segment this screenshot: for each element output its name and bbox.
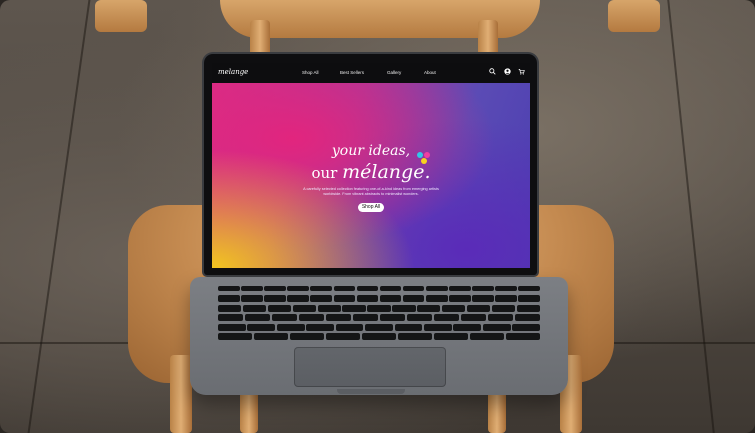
- keyboard-key: [356, 295, 379, 303]
- hero-subtitle: A carefully selected collection featurin…: [303, 187, 439, 196]
- keyboard-key: [352, 314, 379, 322]
- photo-scene: melange Shop All Best Sellers Gallery Ab…: [0, 0, 755, 433]
- keyboard-key: [310, 295, 332, 303]
- keyboard-key: [267, 304, 292, 312]
- laptop-notch-lip: [337, 389, 405, 394]
- keyboard-key: [325, 333, 361, 340]
- keyboard-key: [514, 314, 540, 322]
- keyboard-key: [392, 304, 416, 312]
- keyboard-key: [406, 314, 433, 322]
- keyboard-key: [453, 323, 482, 331]
- keyboard-key: [397, 333, 433, 340]
- laptop-screen: melange Shop All Best Sellers Gallery Ab…: [212, 63, 530, 268]
- chair-backrest-right: [608, 0, 660, 32]
- cart-icon[interactable]: [518, 68, 525, 75]
- keyboard-key: [287, 295, 309, 303]
- search-icon[interactable]: [489, 68, 496, 75]
- keyboard-key: [287, 286, 309, 291]
- keyboard-key: [218, 286, 240, 291]
- keyboard-key: [460, 314, 487, 322]
- trackpad: [294, 347, 446, 387]
- keyboard-key: [394, 323, 423, 331]
- keyboard-key: [317, 304, 341, 312]
- site-navbar: melange Shop All Best Sellers Gallery Ab…: [212, 63, 530, 83]
- keyboard-key: [247, 323, 276, 331]
- keyboard-key: [379, 295, 402, 303]
- keyboard-key: [495, 295, 517, 303]
- keyboard-key: [218, 323, 246, 331]
- hero-headline-line2: our mélange.: [212, 161, 530, 183]
- account-icon[interactable]: [504, 68, 511, 75]
- keyboard-key: [271, 314, 298, 322]
- keyboard-key: [433, 333, 469, 340]
- chair-backrest-left: [95, 0, 147, 32]
- hero-headline-prefix: our: [311, 164, 338, 182]
- keyboard-key: [310, 286, 332, 291]
- keyboard-key: [491, 304, 516, 312]
- nav-about[interactable]: About: [424, 70, 436, 75]
- keyboard-key: [469, 333, 505, 340]
- keyboard-key: [292, 304, 316, 312]
- keyboard-key: [482, 323, 511, 331]
- keyboard-key: [365, 323, 393, 331]
- keyboard-key: [433, 314, 460, 322]
- keyboard-key: [379, 286, 402, 291]
- nav-gallery[interactable]: Gallery: [387, 70, 401, 75]
- keyboard-key: [426, 295, 448, 303]
- nav-best-sellers[interactable]: Best Sellers: [340, 70, 364, 75]
- keyboard: [218, 286, 540, 342]
- keyboard-key: [306, 323, 335, 331]
- keyboard-key: [333, 295, 356, 303]
- keyboard-key: [218, 304, 242, 312]
- keyboard-key: [426, 286, 448, 291]
- keyboard-key: [512, 323, 540, 331]
- keyboard-key: [335, 323, 364, 331]
- keyboard-key: [472, 286, 494, 291]
- keyboard-key: [241, 286, 263, 291]
- keyboard-key: [472, 295, 494, 303]
- site-logo[interactable]: melange: [218, 68, 248, 76]
- keyboard-key: [276, 323, 305, 331]
- keyboard-key: [449, 295, 471, 303]
- keyboard-key: [361, 333, 397, 340]
- shop-all-button[interactable]: Shop All: [358, 203, 384, 212]
- keyboard-key: [218, 295, 240, 303]
- keyboard-key: [325, 314, 352, 322]
- keyboard-key: [449, 286, 471, 291]
- keyboard-key: [289, 333, 325, 340]
- keyboard-key: [518, 295, 540, 303]
- keyboard-key: [241, 295, 263, 303]
- floor-seam: [667, 0, 715, 433]
- keyboard-key: [423, 323, 452, 331]
- keyboard-key: [264, 286, 286, 291]
- chair-leg: [170, 355, 192, 433]
- keyboard-key: [466, 304, 491, 312]
- hero-headline-line1: your ideas,: [331, 143, 411, 159]
- keyboard-key: [242, 304, 267, 312]
- keyboard-key: [218, 333, 253, 340]
- keyboard-key: [495, 286, 517, 291]
- floor-seam: [27, 0, 91, 433]
- keyboard-key: [402, 295, 425, 303]
- nav-shop-all[interactable]: Shop All: [302, 70, 319, 75]
- keyboard-key: [298, 314, 325, 322]
- keyboard-key: [505, 333, 540, 340]
- keyboard-key: [218, 314, 244, 322]
- keyboard-key: [442, 304, 466, 312]
- keyboard-key: [379, 314, 406, 322]
- keyboard-key: [244, 314, 271, 322]
- keyboard-key: [333, 286, 356, 291]
- keyboard-key: [356, 286, 379, 291]
- keyboard-key: [402, 286, 425, 291]
- keyboard-key: [342, 304, 366, 312]
- keyboard-key: [367, 304, 391, 312]
- keyboard-key: [264, 295, 286, 303]
- keyboard-key: [253, 333, 289, 340]
- hero-banner: your ideas, our mélange. A carefully sel…: [212, 83, 530, 268]
- keyboard-key: [518, 286, 540, 291]
- keyboard-key: [487, 314, 514, 322]
- color-dots-icon: [417, 152, 430, 164]
- keyboard-key: [417, 304, 441, 312]
- keyboard-key: [516, 304, 540, 312]
